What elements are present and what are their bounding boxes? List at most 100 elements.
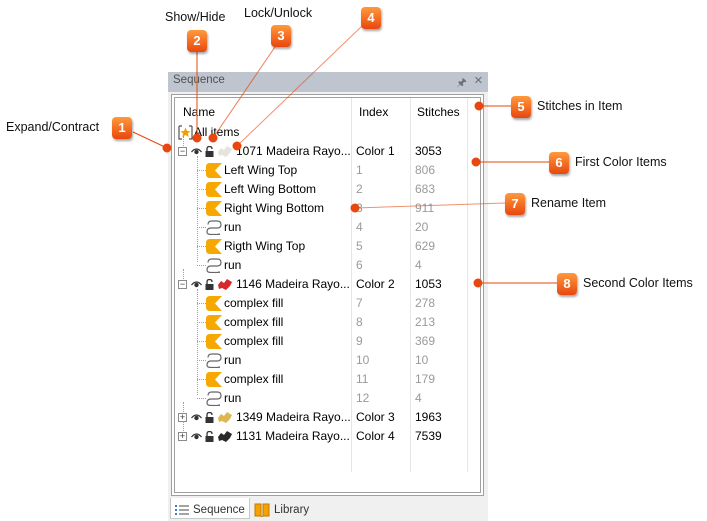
- fill-stitch-icon: [206, 239, 222, 254]
- sequence-item-name[interactable]: run: [224, 220, 241, 234]
- sequence-item-stitches: 213: [415, 315, 436, 329]
- color-group-row[interactable]: +1131 Madeira Rayo... Color 4 7539: [175, 427, 480, 446]
- sequence-item-name[interactable]: complex fill: [224, 296, 283, 310]
- sequence-item-row[interactable]: Right Wing Bottom 3 911: [175, 199, 480, 218]
- color-group-name[interactable]: 1131 Madeira Rayo...: [236, 429, 350, 443]
- color-group-row[interactable]: +1349 Madeira Rayo... Color 3 1963: [175, 408, 480, 427]
- sequence-item-stitches: 4: [415, 258, 422, 272]
- eye-icon: [191, 433, 202, 440]
- color-group-stitches: 7539: [415, 429, 442, 443]
- lock-icon: [205, 279, 214, 290]
- sequence-item-name[interactable]: complex fill: [224, 334, 283, 348]
- column-header-stitches[interactable]: Stitches: [417, 105, 460, 119]
- color-group-name[interactable]: 1071 Madeira Rayo...: [236, 144, 351, 158]
- color-group-index: Color 2: [356, 277, 395, 291]
- callout-badge-4: 4: [361, 7, 381, 29]
- fill-stitch-icon: [206, 163, 222, 178]
- callout-label-first-color-items: First Color Items: [575, 155, 667, 169]
- sequence-item-row[interactable]: run 6 4: [175, 256, 480, 275]
- list-icon: [175, 504, 189, 515]
- tree-connector: [183, 421, 184, 431]
- sequence-item-name[interactable]: Rigth Wing Top: [224, 239, 305, 253]
- callout-badge-5: 5: [511, 96, 531, 118]
- sequence-item-name[interactable]: complex fill: [224, 315, 283, 329]
- color-group-row[interactable]: − 1146 Madeira Rayo... Color 2 1053: [175, 275, 480, 294]
- sequence-item-index: 4: [356, 220, 363, 234]
- sequence-item-name[interactable]: run: [224, 353, 241, 367]
- sequence-item-row[interactable]: Rigth Wing Top 5 629: [175, 237, 480, 256]
- sequence-item-row[interactable]: run 4 20: [175, 218, 480, 237]
- sequence-item-name[interactable]: complex fill: [224, 372, 283, 386]
- sequence-item-row[interactable]: run 10 10: [175, 351, 480, 370]
- root-label: All items: [194, 125, 240, 139]
- sequence-item-row[interactable]: complex fill 9 369: [175, 332, 480, 351]
- sequence-item-stitches: 4: [415, 391, 422, 405]
- callout-label-lock-unlock: Lock/Unlock: [244, 6, 313, 20]
- sequence-item-stitches: 911: [415, 201, 435, 215]
- tree-connector: [197, 265, 206, 266]
- tree-connector: [197, 379, 206, 380]
- tree-header: Name Index Stitches: [175, 98, 480, 126]
- eye-icon: [191, 414, 202, 421]
- tab-sequence[interactable]: Sequence: [170, 498, 250, 519]
- sequence-item-name[interactable]: Right Wing Bottom: [224, 201, 324, 215]
- color-group-row[interactable]: − 1071 Madeira Rayo... Color 1 3053: [175, 142, 480, 161]
- column-header-name[interactable]: Name: [183, 105, 215, 119]
- close-icon[interactable]: ✕: [474, 74, 483, 93]
- sequence-item-stitches: 683: [415, 182, 436, 196]
- sequence-item-stitches: 10: [415, 353, 429, 367]
- callout-label-expand-contract: Expand/Contract: [6, 120, 100, 134]
- sequence-item-stitches: 278: [415, 296, 436, 310]
- tree-connector: [197, 246, 206, 247]
- sequence-item-stitches: 179: [415, 372, 436, 386]
- sequence-item-name[interactable]: Left Wing Top: [224, 163, 297, 177]
- panel-title: Sequence: [173, 74, 225, 86]
- tree-connector: [197, 398, 206, 399]
- color-group-index: Color 4: [356, 429, 395, 443]
- color-group-name[interactable]: 1146 Madeira Rayo...: [236, 277, 350, 291]
- sequence-item-row[interactable]: Left Wing Bottom 2 683: [175, 180, 480, 199]
- callout-label-show-hide: Show/Hide: [165, 10, 226, 24]
- sequence-item-row[interactable]: Left Wing Top 1 806: [175, 161, 480, 180]
- sequence-item-index: 9: [356, 334, 363, 348]
- color-group-index: Color 1: [356, 144, 395, 158]
- sequence-item-row[interactable]: complex fill 7 278: [175, 294, 480, 313]
- run-stitch-icon: [206, 353, 222, 368]
- sequence-item-index: 5: [356, 239, 363, 253]
- root-row[interactable]: All items: [175, 123, 480, 142]
- callout-badge-7: 7: [505, 193, 525, 215]
- panel-tabs: Sequence Library: [168, 498, 488, 521]
- sequence-item-name[interactable]: run: [224, 391, 241, 405]
- sequence-item-row[interactable]: run 12 4: [175, 389, 480, 408]
- collapse-icon[interactable]: −: [178, 280, 187, 289]
- color-group-stitches: 1963: [415, 410, 442, 424]
- sequence-item-row[interactable]: complex fill 11 179: [175, 370, 480, 389]
- fill-stitch-icon: [206, 296, 222, 311]
- sequence-item-name[interactable]: Left Wing Bottom: [224, 182, 316, 196]
- expand-icon[interactable]: +: [178, 432, 187, 441]
- tree-connector: [197, 360, 206, 361]
- color-group-stitches: 1053: [415, 277, 442, 291]
- callout-label-rename-item: Rename Item: [531, 196, 607, 210]
- sequence-item-stitches: 20: [415, 220, 429, 234]
- sequence-tree[interactable]: Name Index Stitches All items − 1071 Made…: [174, 97, 481, 493]
- color-group-name[interactable]: 1349 Madeira Rayo...: [236, 410, 351, 424]
- design-thumbnail: [218, 279, 232, 290]
- sequence-item-index: 11: [356, 372, 369, 386]
- collapse-icon[interactable]: −: [178, 147, 187, 156]
- sequence-item-stitches: 369: [415, 334, 436, 348]
- column-header-index[interactable]: Index: [359, 105, 388, 119]
- tree-connector: [197, 208, 206, 209]
- tab-library[interactable]: Library: [250, 498, 313, 519]
- fill-stitch-icon: [206, 372, 222, 387]
- run-stitch-icon: [206, 391, 222, 406]
- tree-connector: [197, 170, 206, 171]
- sequence-item-stitches: 629: [415, 239, 436, 253]
- panel-title-bar: Sequence 🖈︎ ✕: [168, 72, 488, 92]
- pin-icon[interactable]: 🖈︎: [457, 74, 467, 93]
- sequence-panel: Sequence 🖈︎ ✕ Name Index Stitches All it…: [168, 72, 488, 521]
- sequence-item-index: 2: [356, 182, 363, 196]
- callout-label-stitches-in-item: Stitches in Item: [537, 99, 623, 113]
- sequence-item-name[interactable]: run: [224, 258, 241, 272]
- sequence-item-row[interactable]: complex fill 8 213: [175, 313, 480, 332]
